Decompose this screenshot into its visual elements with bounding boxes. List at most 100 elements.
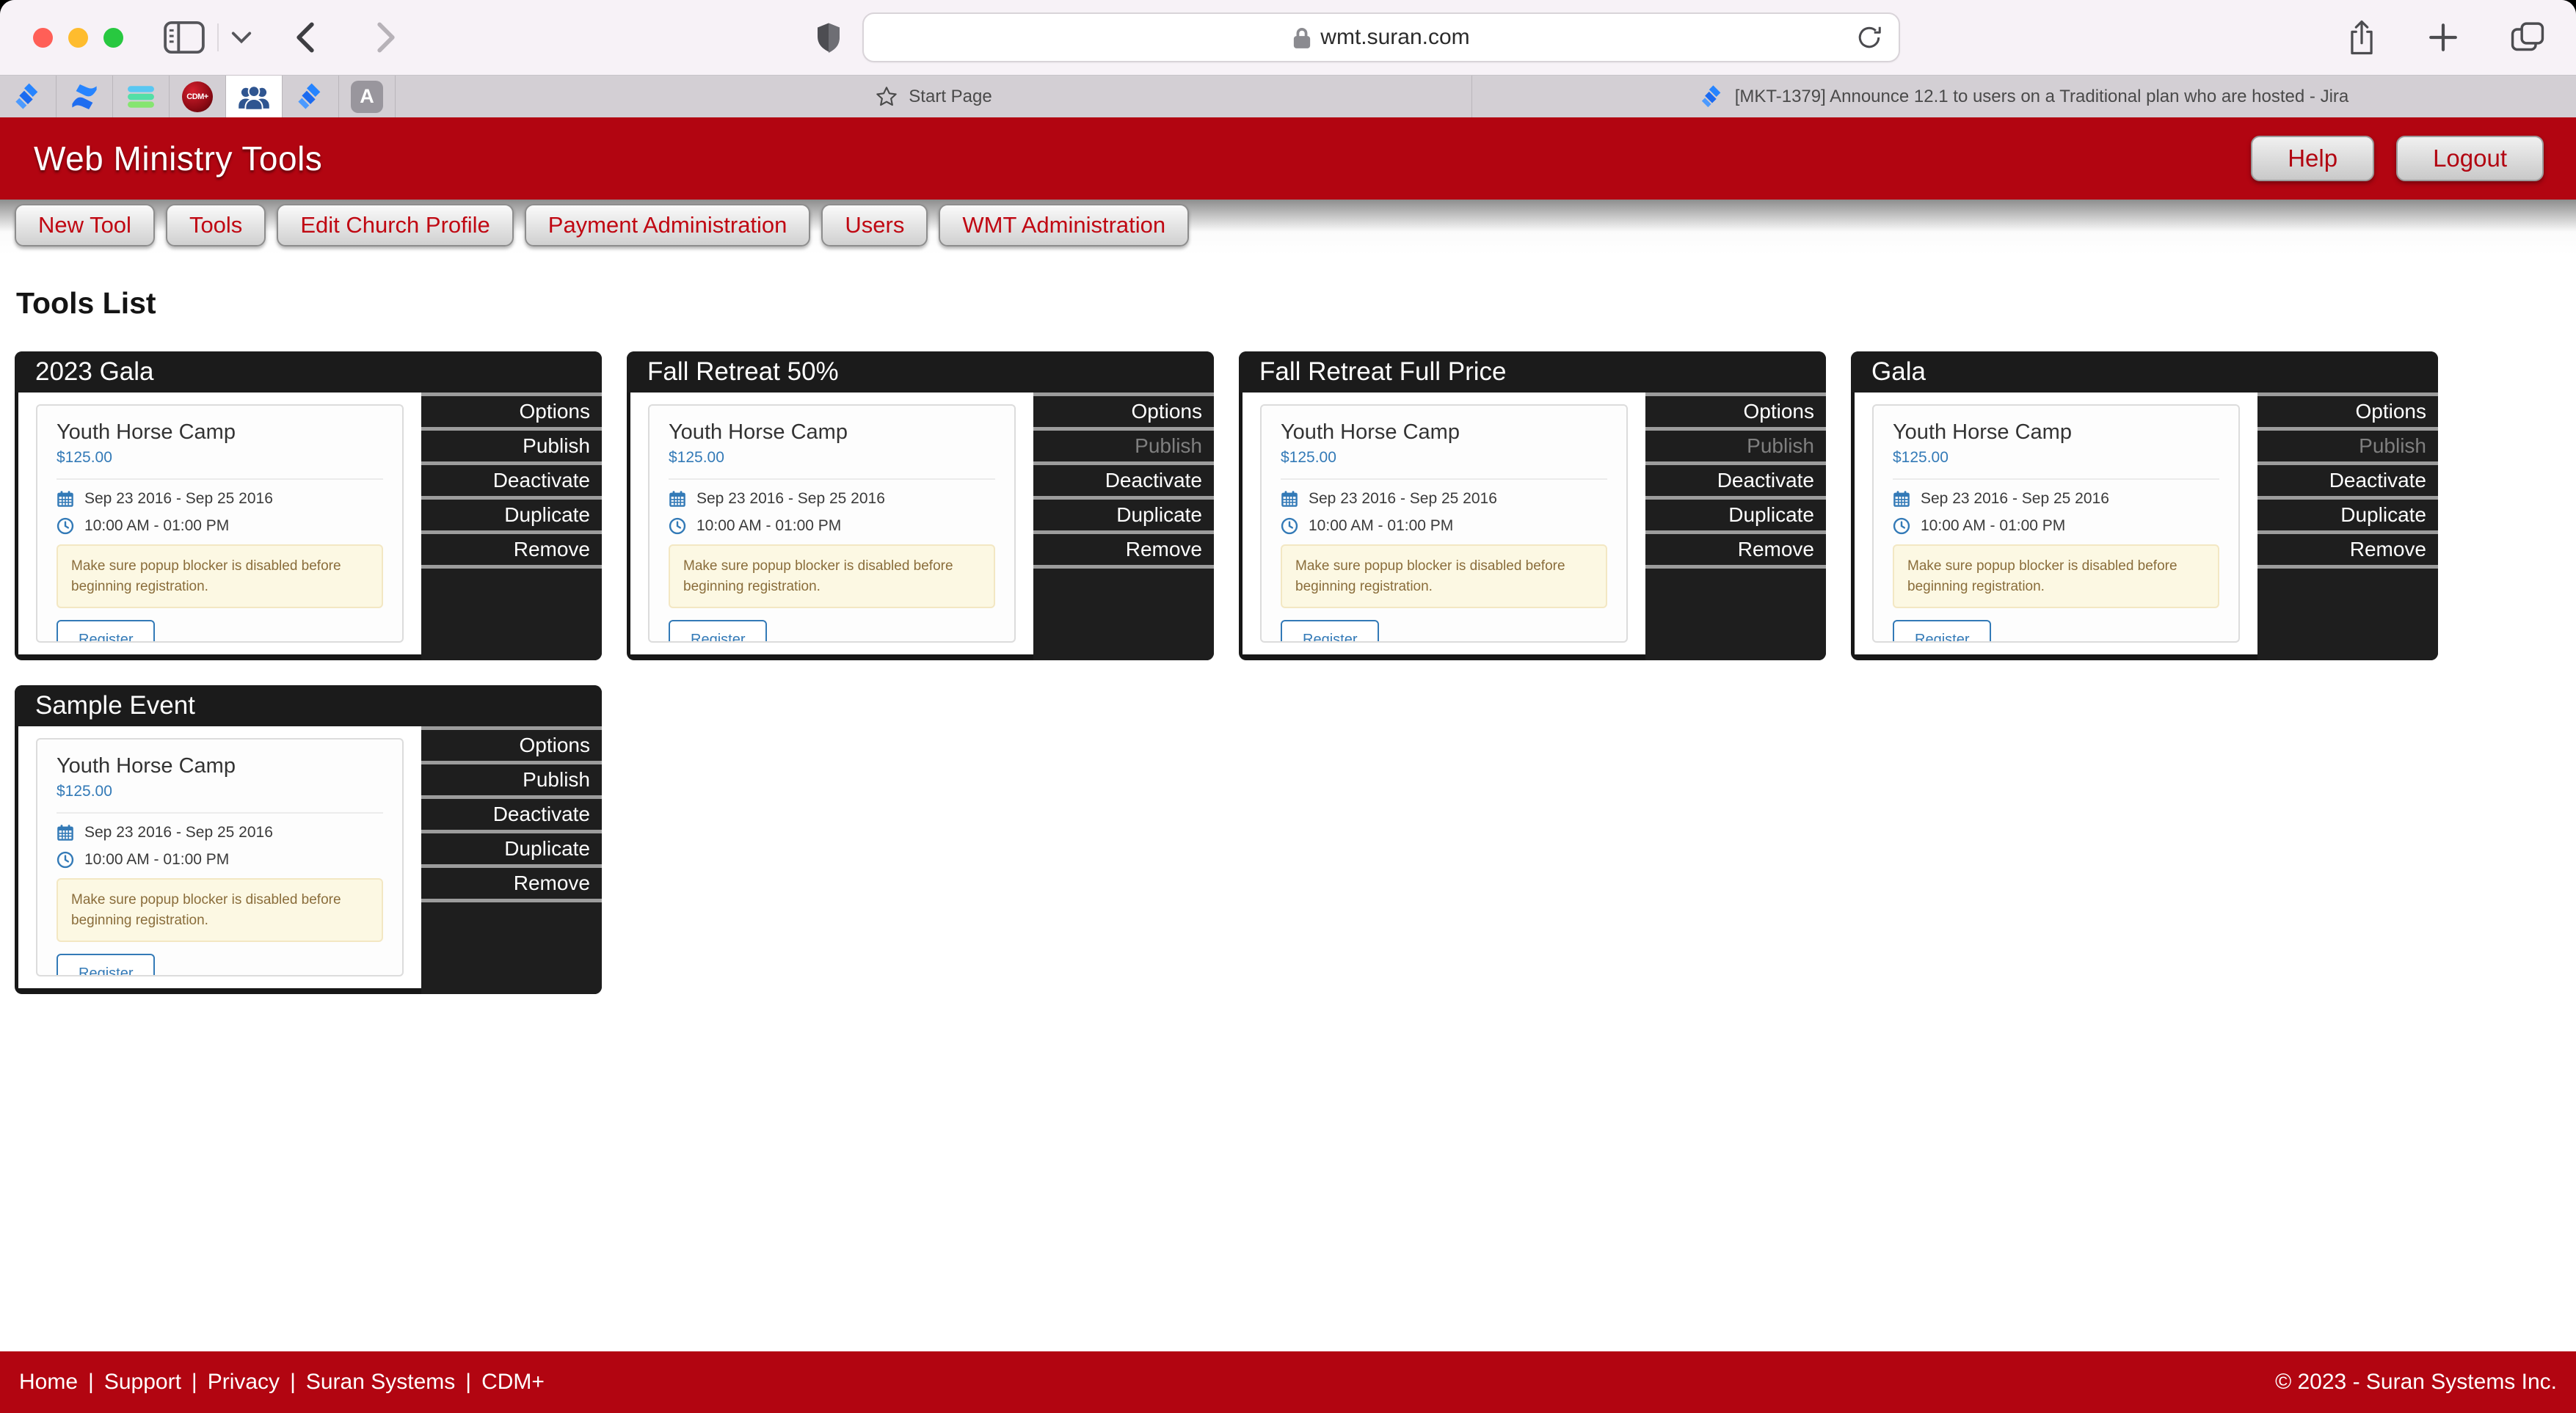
pinned-tab-letter-a[interactable]: A xyxy=(339,76,396,117)
event-name: Youth Horse Camp xyxy=(669,420,995,445)
footer-link-privacy[interactable]: Privacy xyxy=(208,1370,280,1395)
menu-item-duplicate[interactable]: Duplicate xyxy=(421,500,602,534)
tool-card: Fall Retreat 50% Youth Horse Camp $125.0… xyxy=(627,351,1214,660)
menu-item-remove[interactable]: Remove xyxy=(1033,534,1214,569)
menu-item-deactivate[interactable]: Deactivate xyxy=(1033,465,1214,500)
menu-item-duplicate[interactable]: Duplicate xyxy=(2257,500,2438,534)
nav-tools[interactable]: Tools xyxy=(166,204,266,247)
footer-link-home[interactable]: Home xyxy=(19,1370,78,1395)
event-dates: Sep 23 2016 - Sep 25 2016 xyxy=(1309,490,1497,508)
event-price: $125.00 xyxy=(669,449,995,467)
browser-window: wmt.suran.com xyxy=(0,0,2576,1413)
register-button[interactable]: Register xyxy=(1893,620,1991,643)
tab-bar: CDM+ A Start Page [MKT-1379] Announce 12 xyxy=(0,75,2576,117)
event-name: Youth Horse Camp xyxy=(1281,420,1607,445)
toolbar-divider xyxy=(217,23,219,51)
footer-link-support[interactable]: Support xyxy=(104,1370,181,1395)
menu-item-remove[interactable]: Remove xyxy=(421,868,602,902)
share-button[interactable] xyxy=(2347,19,2376,56)
menu-item-deactivate[interactable]: Deactivate xyxy=(421,465,602,500)
tool-card: Gala Youth Horse Camp $125.00 Sep 23 201… xyxy=(1851,351,2438,660)
menu-item-options[interactable]: Options xyxy=(421,730,602,764)
card-header: Fall Retreat 50% xyxy=(627,351,1214,392)
event-times: 10:00 AM - 01:00 PM xyxy=(696,517,841,535)
nav-new-tool[interactable]: New Tool xyxy=(15,204,155,247)
menu-item-options[interactable]: Options xyxy=(1645,396,1826,431)
footer-separator: | xyxy=(290,1370,296,1395)
help-button[interactable]: Help xyxy=(2251,136,2374,181)
calendar-icon xyxy=(669,490,686,508)
menu-item-duplicate[interactable]: Duplicate xyxy=(421,833,602,868)
menu-item-remove[interactable]: Remove xyxy=(2257,534,2438,569)
menu-item-deactivate[interactable]: Deactivate xyxy=(2257,465,2438,500)
menu-item-options[interactable]: Options xyxy=(2257,396,2438,431)
pinned-tab-statuspage[interactable] xyxy=(113,76,170,117)
options-menu: OptionsPublishDeactivateDuplicateRemove xyxy=(2257,392,2438,660)
popup-blocker-warning: Make sure popup blocker is disabled befo… xyxy=(1893,544,2219,608)
menu-item-duplicate[interactable]: Duplicate xyxy=(1645,500,1826,534)
menu-item-options[interactable]: Options xyxy=(1033,396,1214,431)
register-button[interactable]: Register xyxy=(1281,620,1379,643)
nav-edit-church-profile[interactable]: Edit Church Profile xyxy=(277,204,513,247)
pinned-tab-jira-1[interactable] xyxy=(0,76,57,117)
options-menu: OptionsPublishDeactivateDuplicateRemove xyxy=(1033,392,1214,660)
sidebar-toggle-button[interactable] xyxy=(163,21,205,54)
tab-overview-button[interactable] xyxy=(2510,21,2545,54)
clock-icon xyxy=(669,517,686,535)
popup-blocker-warning: Make sure popup blocker is disabled befo… xyxy=(669,544,995,608)
cdm-plus-icon: CDM+ xyxy=(182,81,213,112)
pinned-tab-jira-2[interactable] xyxy=(283,76,339,117)
zoom-window-button[interactable] xyxy=(103,28,123,48)
menu-item-duplicate[interactable]: Duplicate xyxy=(1033,500,1214,534)
menu-item-publish: Publish xyxy=(1645,431,1826,465)
register-button[interactable]: Register xyxy=(57,620,155,643)
nav-users[interactable]: Users xyxy=(821,204,928,247)
page-content: Web Ministry Tools Help Logout New ToolT… xyxy=(0,117,2576,1413)
menu-item-remove[interactable]: Remove xyxy=(1645,534,1826,569)
register-button[interactable]: Register xyxy=(669,620,767,643)
tab-jira[interactable]: [MKT-1379] Announce 12.1 to users on a T… xyxy=(1472,76,2576,117)
chevron-down-icon[interactable] xyxy=(230,31,252,44)
popup-blocker-warning: Make sure popup blocker is disabled befo… xyxy=(57,544,383,608)
popup-blocker-warning: Make sure popup blocker is disabled befo… xyxy=(1281,544,1607,608)
event-price: $125.00 xyxy=(1893,449,2219,467)
menu-item-options[interactable]: Options xyxy=(421,396,602,431)
options-menu: OptionsPublishDeactivateDuplicateRemove xyxy=(421,726,602,994)
menu-item-deactivate[interactable]: Deactivate xyxy=(1645,465,1826,500)
footer-link-cdm[interactable]: CDM+ xyxy=(481,1370,545,1395)
menu-item-publish[interactable]: Publish xyxy=(421,764,602,799)
privacy-shield-icon[interactable] xyxy=(815,21,842,54)
statuspage-icon xyxy=(127,83,155,111)
tab-start-page[interactable]: Start Page xyxy=(396,76,1472,117)
register-button[interactable]: Register xyxy=(57,954,155,976)
tab-start-page-label: Start Page xyxy=(909,87,992,107)
minimize-window-button[interactable] xyxy=(68,28,88,48)
back-button[interactable] xyxy=(294,21,317,54)
popup-blocker-warning: Make sure popup blocker is disabled befo… xyxy=(57,878,383,942)
pinned-tab-wmt-active[interactable] xyxy=(226,76,283,117)
reload-button[interactable] xyxy=(1856,24,1882,51)
event-preview-card: Youth Horse Camp $125.00 Sep 23 2016 - S… xyxy=(36,738,404,976)
divider xyxy=(57,478,383,480)
calendar-icon xyxy=(1281,490,1298,508)
main-area: Tools List 2023 Gala Youth Horse Camp $1… xyxy=(0,255,2576,1351)
event-name: Youth Horse Camp xyxy=(57,420,383,445)
url-field[interactable]: wmt.suran.com xyxy=(862,12,1900,62)
pinned-tab-cdm-plus[interactable]: CDM+ xyxy=(170,76,226,117)
options-menu: OptionsPublishDeactivateDuplicateRemove xyxy=(1645,392,1826,660)
menu-item-deactivate[interactable]: Deactivate xyxy=(421,799,602,833)
divider xyxy=(1893,478,2219,480)
calendar-icon xyxy=(1893,490,1910,508)
new-tab-button[interactable] xyxy=(2428,22,2459,53)
event-times: 10:00 AM - 01:00 PM xyxy=(84,851,229,869)
nav-wmt-administration[interactable]: WMT Administration xyxy=(939,204,1189,247)
logout-button[interactable]: Logout xyxy=(2396,136,2544,181)
menu-item-publish[interactable]: Publish xyxy=(421,431,602,465)
close-window-button[interactable] xyxy=(33,28,53,48)
forward-button[interactable] xyxy=(374,21,398,54)
nav-payment-administration[interactable]: Payment Administration xyxy=(525,204,811,247)
menu-item-remove[interactable]: Remove xyxy=(421,534,602,569)
pinned-tab-confluence[interactable] xyxy=(57,76,113,117)
event-preview: Youth Horse Camp $125.00 Sep 23 2016 - S… xyxy=(1855,392,2257,654)
footer-link-suran-systems[interactable]: Suran Systems xyxy=(306,1370,455,1395)
